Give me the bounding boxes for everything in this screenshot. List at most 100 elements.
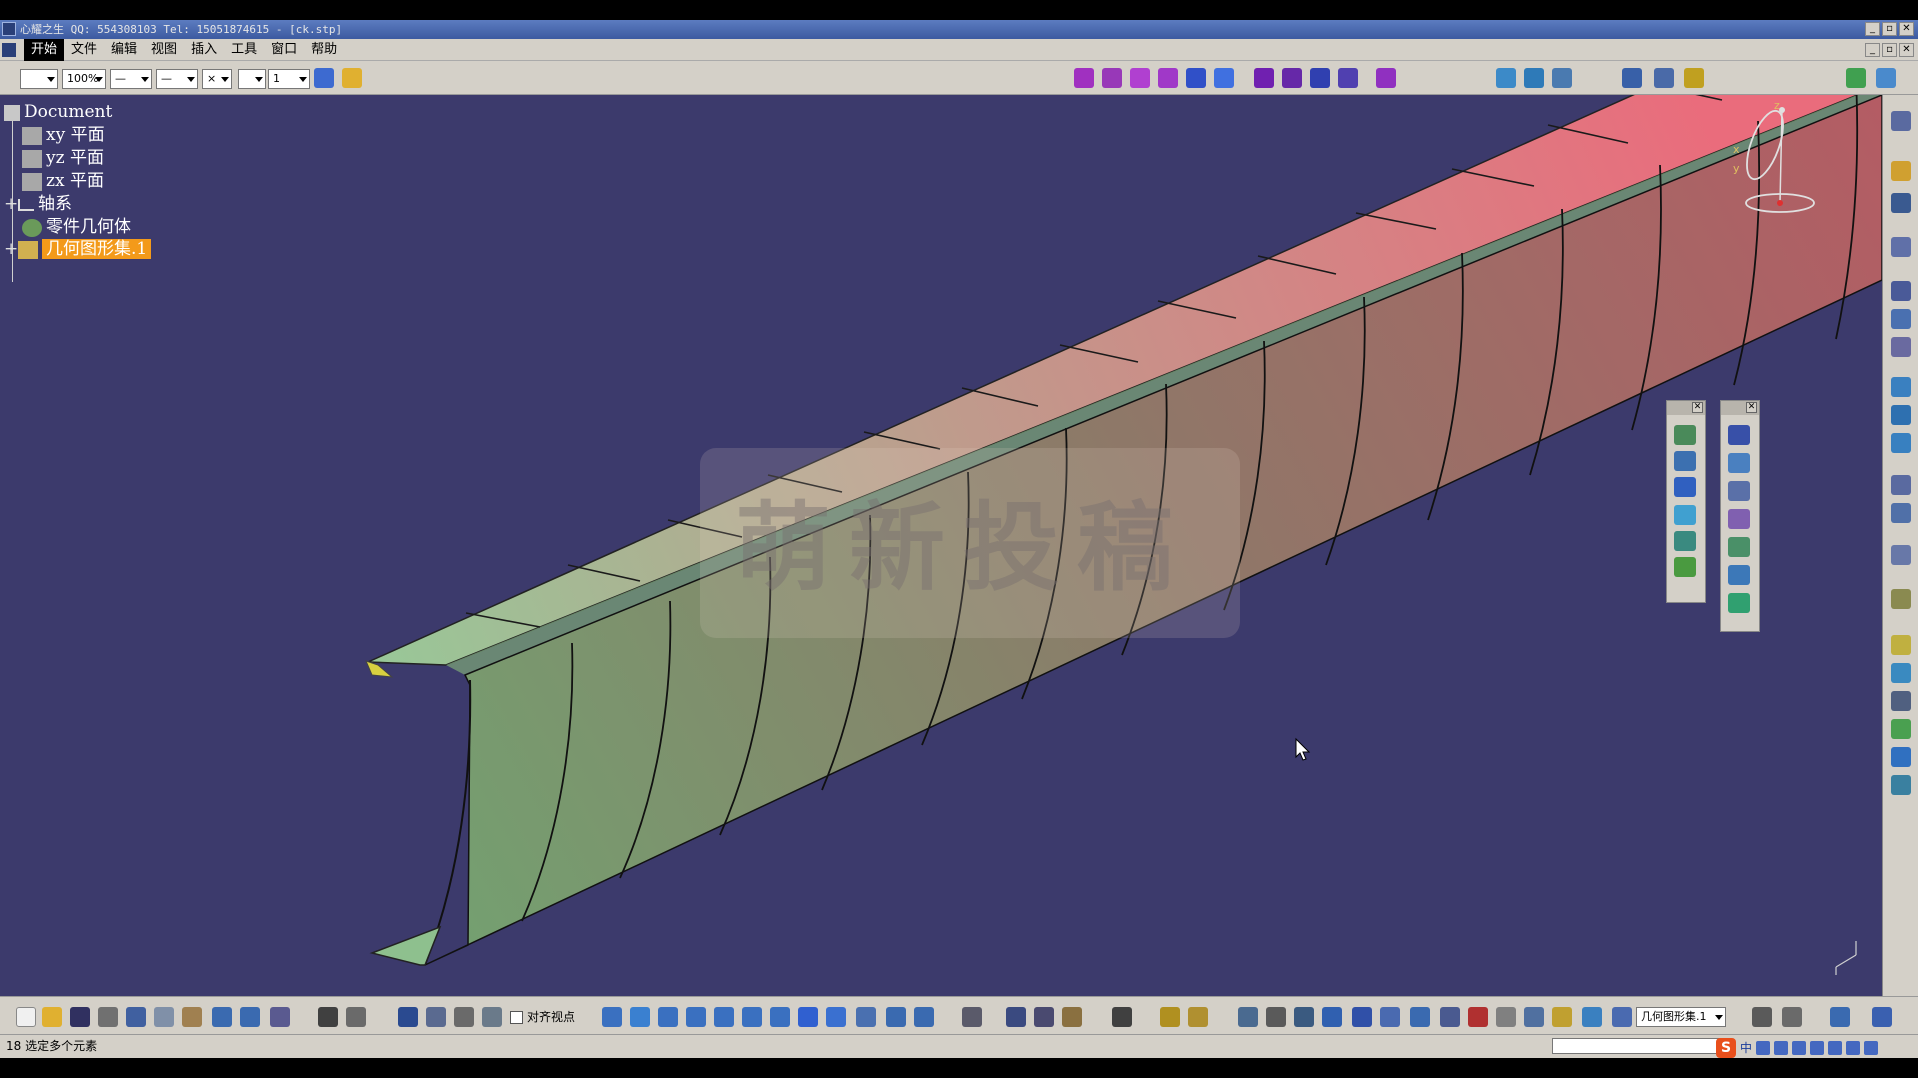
capture-icon[interactable] — [1112, 1007, 1132, 1027]
fill-icon[interactable] — [1254, 68, 1274, 88]
select-icon[interactable] — [1891, 111, 1911, 131]
extrude-tool-icon[interactable] — [1891, 589, 1911, 609]
doc-restore-button[interactable]: ▫ — [1882, 43, 1897, 57]
plane-tool-icon[interactable] — [1891, 337, 1911, 357]
sweep-icon[interactable] — [1214, 68, 1234, 88]
quick-select-icon[interactable] — [1410, 1007, 1430, 1027]
axis-icon[interactable] — [1294, 1007, 1314, 1027]
deactivate-icon[interactable] — [1468, 1007, 1488, 1027]
translate-icon[interactable] — [1552, 68, 1572, 88]
search-icon[interactable] — [1552, 1007, 1572, 1027]
undo-icon[interactable] — [212, 1007, 232, 1027]
line-icon[interactable] — [1728, 481, 1750, 501]
revolve-icon[interactable] — [1102, 68, 1122, 88]
menu-help[interactable]: 帮助 — [304, 39, 344, 61]
ime-punct-icon[interactable] — [1756, 1041, 1771, 1055]
multi-result-icon[interactable] — [1582, 1007, 1602, 1027]
catia-app-icon[interactable] — [2, 22, 16, 36]
helix-icon[interactable] — [1728, 537, 1750, 557]
translate-tool-icon[interactable] — [1891, 719, 1911, 739]
menu-edit[interactable]: 编辑 — [104, 39, 144, 61]
expand-icon[interactable]: + — [4, 237, 18, 261]
expand-icon[interactable]: + — [4, 192, 18, 216]
compare-icon[interactable] — [1830, 1007, 1850, 1027]
cylinder-icon[interactable] — [1158, 68, 1178, 88]
spine-icon[interactable] — [1728, 593, 1750, 613]
menu-start[interactable]: 开始 — [24, 39, 65, 61]
bottom-flange-surface[interactable] — [369, 925, 442, 966]
tree-node-axis-system[interactable]: + 轴系 — [4, 192, 72, 216]
split-tool-icon[interactable] — [1891, 663, 1911, 683]
zoom-in-icon[interactable] — [714, 1007, 734, 1027]
tree-expand-icon[interactable] — [1322, 1007, 1342, 1027]
extrude-icon[interactable] — [1074, 68, 1094, 88]
update-icon[interactable] — [962, 1007, 982, 1027]
close-icon[interactable]: ✕ — [1692, 402, 1703, 413]
sogou-ime-icon[interactable]: S — [1716, 1038, 1736, 1058]
cascade-window-icon[interactable] — [1782, 1007, 1802, 1027]
projection-tool-icon[interactable] — [1891, 377, 1911, 397]
close-button[interactable]: ✕ — [1899, 22, 1914, 36]
sketcher-icon[interactable] — [1891, 237, 1911, 257]
sphere-icon[interactable] — [1130, 68, 1150, 88]
repeat-icon[interactable] — [1238, 1007, 1258, 1027]
law-icon[interactable] — [454, 1007, 474, 1027]
settings-icon[interactable] — [1846, 1041, 1861, 1055]
intersection-icon[interactable] — [1674, 477, 1696, 497]
parameter-icon[interactable] — [1188, 1007, 1208, 1027]
toolbox-icon[interactable] — [1864, 1041, 1879, 1055]
ime-emoji-icon[interactable] — [1774, 1041, 1789, 1055]
shading-icon[interactable] — [856, 1007, 876, 1027]
grid-view-icon[interactable] — [1352, 1007, 1372, 1027]
zoom-out-icon[interactable] — [742, 1007, 762, 1027]
tree-root[interactable]: Document — [4, 100, 112, 124]
redo-icon[interactable] — [240, 1007, 260, 1027]
window-titlebar[interactable]: 心耀之生 QQ: 554308103 Tel: 15051874615 - [c… — [0, 20, 1918, 39]
painter-icon[interactable] — [314, 68, 334, 88]
restore-button[interactable]: ▫ — [1882, 22, 1897, 36]
offset-surface-icon[interactable] — [1186, 68, 1206, 88]
layer-combo[interactable] — [238, 69, 266, 89]
multi-section-icon[interactable] — [1282, 68, 1302, 88]
doc-minimize-button[interactable]: _ — [1865, 43, 1880, 57]
hierarchy-icon[interactable] — [426, 1007, 446, 1027]
line-tool-icon[interactable] — [1891, 309, 1911, 329]
iso-view-icon[interactable] — [826, 1007, 846, 1027]
rotate-tool-icon[interactable] — [1891, 747, 1911, 767]
grid-icon[interactable] — [1654, 68, 1674, 88]
normal-view-icon[interactable] — [770, 1007, 790, 1027]
transparency-combo[interactable]: 100% — [62, 69, 106, 89]
line-weight-combo[interactable]: — — [156, 69, 198, 89]
point-symbol-combo[interactable]: × — [202, 69, 232, 89]
measure-item-icon[interactable] — [1034, 1007, 1054, 1027]
menu-tools[interactable]: 工具 — [224, 39, 264, 61]
rotate-view-icon[interactable] — [686, 1007, 706, 1027]
layer-value-combo[interactable]: 1 — [268, 69, 310, 89]
swap-visible-space-icon[interactable] — [914, 1007, 934, 1027]
join-icon[interactable] — [1338, 68, 1358, 88]
floating-toolbar-caption[interactable]: ✕ — [1721, 401, 1759, 415]
floating-toolbar-caption[interactable]: ✕ — [1667, 401, 1705, 415]
power-input-field[interactable] — [1552, 1038, 1722, 1054]
multi-view-icon[interactable] — [798, 1007, 818, 1027]
catalog-browser-icon[interactable] — [1160, 1007, 1180, 1027]
spline-tool-icon[interactable] — [1891, 503, 1911, 523]
parallel-curve-icon[interactable] — [1674, 505, 1696, 525]
sketch-icon[interactable] — [1728, 425, 1750, 445]
tree-node-geometric-set[interactable]: + 几何图形集.1 — [4, 237, 152, 261]
fill-color-combo[interactable] — [20, 69, 58, 89]
cut-icon[interactable] — [126, 1007, 146, 1027]
projection-icon[interactable] — [1674, 451, 1696, 471]
fit-all-icon[interactable] — [630, 1007, 650, 1027]
save-icon[interactable] — [70, 1007, 90, 1027]
hand-icon[interactable] — [1266, 1007, 1286, 1027]
minimize-button[interactable]: _ — [1865, 22, 1880, 36]
close-icon[interactable]: ✕ — [1746, 402, 1757, 413]
spline-icon[interactable] — [1728, 565, 1750, 585]
join-tool-icon[interactable] — [1891, 635, 1911, 655]
symmetry-tool-icon[interactable] — [1891, 775, 1911, 795]
hide-show-icon[interactable] — [886, 1007, 906, 1027]
boundary-icon[interactable] — [1496, 68, 1516, 88]
catalog-icon[interactable] — [1846, 68, 1866, 88]
tree-node-zx-plane[interactable]: zx 平面 — [22, 169, 104, 193]
